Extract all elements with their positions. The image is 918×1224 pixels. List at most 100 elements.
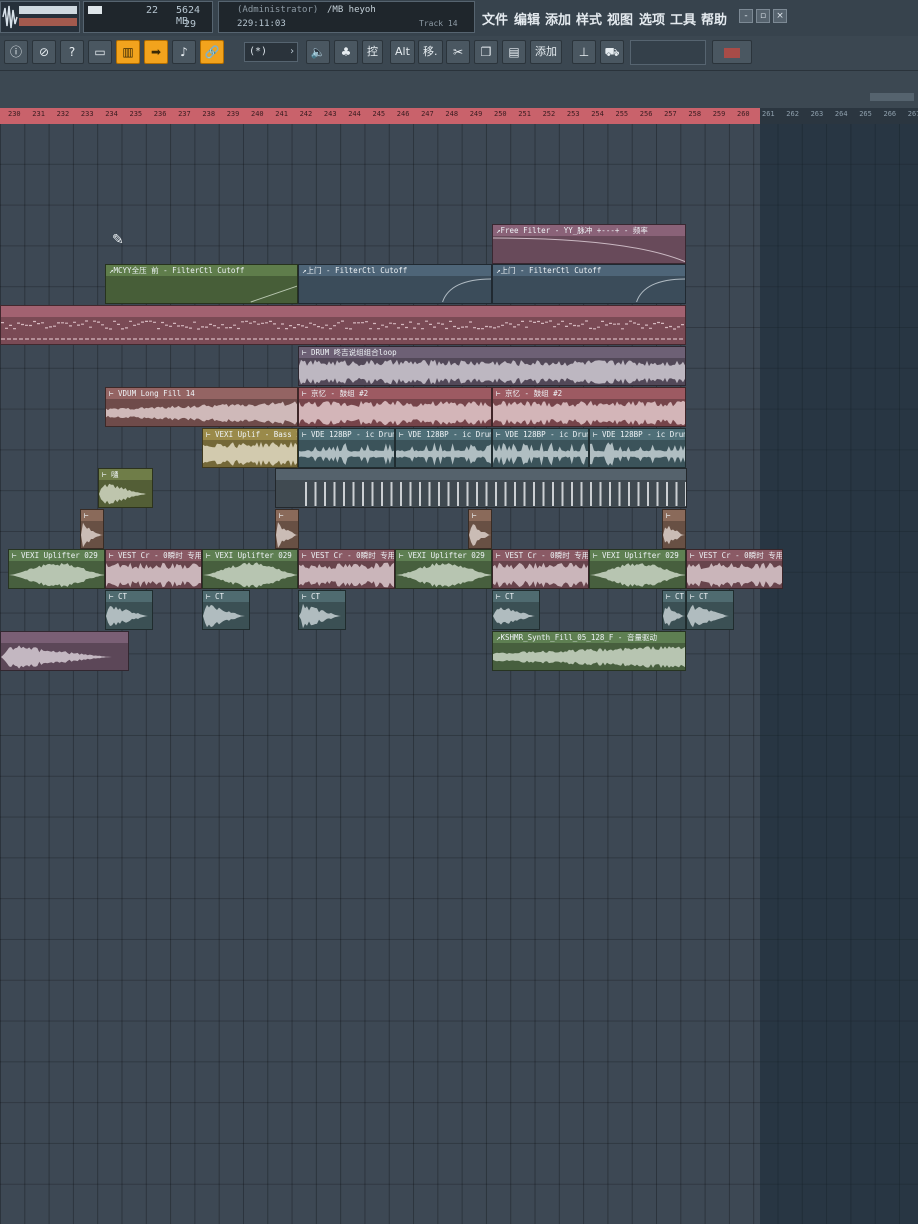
master-volume-meter[interactable]: [0, 1, 80, 33]
playlist-clip[interactable]: ⊢ VEXI Uplifter 029: [8, 549, 105, 589]
ruler-tick: 246: [396, 110, 410, 118]
restore-button[interactable]: ▫: [756, 9, 770, 23]
timeline-ruler-outside[interactable]: 261 262 263 264 265 266 267: [760, 108, 918, 124]
playlist-clip[interactable]: ⊢: [80, 509, 104, 549]
clip-label: ⊢ 嗵: [99, 469, 152, 480]
help-icon[interactable]: ?: [60, 40, 84, 64]
playlist-clip[interactable]: ⊢ VEST Cr - 0瞬时 专用: [492, 549, 589, 589]
arrow-right-icon[interactable]: ➡: [144, 40, 168, 64]
mute-icon[interactable]: 🔈: [306, 40, 330, 64]
playlist-clip[interactable]: ⊢ CT: [686, 590, 734, 630]
clip-label: ⊢ 京忆 - 鼓组 #2: [493, 388, 685, 399]
info-icon[interactable]: ⓘ: [4, 40, 28, 64]
record-panel-icon[interactable]: [712, 40, 752, 64]
playlist-clip[interactable]: ⊢ VDUM Long Fill 14: [105, 387, 298, 427]
ruler-tick: 262: [786, 110, 799, 118]
playlist-clip[interactable]: [0, 631, 129, 671]
clip-label: ⊢ CT: [493, 591, 539, 602]
playlist-clip[interactable]: [275, 468, 687, 508]
menu-patterns[interactable]: 样式: [576, 9, 602, 28]
playlist-clip[interactable]: ⊢ VDE 128BP - ic Drums G: [395, 428, 492, 468]
playlist-clip[interactable]: ⊢: [468, 509, 492, 549]
clipboard-icon[interactable]: ▤: [502, 40, 526, 64]
clip-label: ⊢ VEST Cr - 0瞬时 专用: [106, 550, 201, 561]
clip-preview: [396, 562, 491, 588]
playlist-clip[interactable]: ↗上门 - FilterCtl Cutoff: [298, 264, 492, 304]
playlist-clip[interactable]: ⊢ VDE 128BP - ic Drums G: [298, 428, 395, 468]
horizontal-scrollbar[interactable]: [870, 93, 914, 101]
ruler-tick: 237: [178, 110, 191, 118]
clip-label: ↗上门 - FilterCtl Cutoff: [299, 265, 491, 276]
playlist-clip[interactable]: ↗Free Filter - YY_脉冲 +---+ - 频率: [492, 224, 686, 264]
playlist-clip[interactable]: ⊢ VDE 128BP - ic Drums G: [589, 428, 686, 468]
clip-label: ⊢ CT: [203, 591, 249, 602]
ruler-tick: 256: [639, 110, 653, 118]
playlist-clip[interactable]: ⊢ CT: [492, 590, 540, 630]
playlist-clip[interactable]: ↗KSHMR_Synth_Fill_05_128_F - 音量驱动: [492, 631, 686, 671]
playlist-clip[interactable]: ⊢ DRUM 咚吉说组组合loop: [298, 346, 686, 386]
playlist-icon[interactable]: ▭: [88, 40, 112, 64]
menu-edit[interactable]: 编辑: [514, 9, 540, 28]
playlist-clip[interactable]: ↗MCYY全压 前 - FilterCtl Cutoff: [105, 264, 298, 304]
playlist-clip[interactable]: ⊢: [275, 509, 299, 549]
clip-label: ⊢ VEXI Uplifter 029: [396, 550, 491, 561]
playlist-clip[interactable]: ⊢ VEXI Uplifter 029: [202, 549, 298, 589]
menu-view[interactable]: 视图: [607, 9, 633, 28]
ruler-tick: 245: [372, 110, 386, 118]
playlist-clip[interactable]: ⊢ CT: [662, 590, 686, 630]
cart-icon[interactable]: ⛟: [600, 40, 624, 64]
menu-tools[interactable]: 工具: [670, 9, 696, 28]
fader-icon[interactable]: ⊥: [572, 40, 596, 64]
menu-add[interactable]: 添加: [545, 9, 571, 28]
playlist-clip[interactable]: [0, 305, 686, 345]
playlist-clip[interactable]: ⊢ VEXI Uplif - Bass 2: [202, 428, 298, 468]
control-button[interactable]: 控: [362, 40, 383, 64]
pattern-display[interactable]: [630, 40, 706, 65]
scissors-icon[interactable]: ✂: [446, 40, 470, 64]
playlist-clip[interactable]: ⊢ VEXI Uplifter 029: [589, 549, 686, 589]
playlist-clip[interactable]: ⊢ 京忆 - 鼓组 #2: [492, 387, 686, 427]
outside-song-region: [760, 124, 918, 1224]
clip-preview: [299, 443, 394, 465]
playlist-clip[interactable]: ⊢ CT: [105, 590, 153, 630]
menu-options[interactable]: 选项: [639, 9, 665, 28]
close-button[interactable]: ×: [773, 9, 787, 23]
note-icon[interactable]: ♪: [172, 40, 196, 64]
playlist-clip[interactable]: ⊢ VEXI Uplifter 029: [395, 549, 492, 589]
playlist-clip[interactable]: ⊢ CT: [298, 590, 346, 630]
playlist-clip[interactable]: ⊢ 京忆 - 鼓组 #2: [298, 387, 492, 427]
playlist-clip[interactable]: ⊢: [662, 509, 686, 549]
snap-selector[interactable]: (*) ›: [244, 42, 298, 62]
ruler-tick: 240: [251, 110, 264, 118]
ruler-tick: 264: [834, 110, 848, 118]
ruler-tick: 236: [153, 110, 167, 118]
copy-icon[interactable]: ❐: [474, 40, 498, 64]
clip-preview: [276, 522, 298, 548]
ruler-tick: 238: [202, 110, 216, 118]
clip-label: ⊢ VEXI Uplifter 029: [9, 550, 104, 561]
menu-help[interactable]: 帮助: [701, 9, 727, 28]
clip-preview: [203, 562, 297, 588]
playlist-clip[interactable]: ⊢ 嗵: [98, 468, 153, 508]
playlist-clip[interactable]: ↗上门 - FilterCtl Cutoff: [492, 264, 686, 304]
minimize-button[interactable]: -: [739, 9, 753, 23]
clip-preview: [396, 442, 491, 466]
clip-preview: [493, 562, 588, 588]
stamp-icon[interactable]: ♣: [334, 40, 358, 64]
clip-preview: [203, 441, 297, 467]
playlist-clip[interactable]: ⊢ VEST Cr - 0瞬时 专用: [105, 549, 202, 589]
playlist-clip[interactable]: ⊢ VEST Cr - 0瞬时 专用: [686, 549, 783, 589]
playlist-clip[interactable]: ⊢ VDE 128BP - ic Drums G: [492, 428, 589, 468]
ruler-tick: 257: [664, 110, 677, 118]
clip-preview: [299, 603, 345, 629]
piano-roll-icon[interactable]: ▥: [116, 40, 140, 64]
playlist-clip[interactable]: ⊢ VEST Cr - 0瞬时 专用: [298, 549, 395, 589]
timeline-ruler[interactable]: 230 231 232 233 234 235 236 237 238 239 240 241 242 2…: [0, 108, 760, 125]
playlist-clip[interactable]: ⊢ CT: [202, 590, 250, 630]
alt-button[interactable]: Alt: [390, 40, 415, 64]
metronome-icon[interactable]: ⊘: [32, 40, 56, 64]
add-button[interactable]: 添加: [530, 40, 562, 64]
link-icon[interactable]: 🔗: [200, 40, 224, 64]
move-button[interactable]: 移.: [418, 40, 443, 64]
menu-file[interactable]: 文件: [482, 9, 508, 28]
